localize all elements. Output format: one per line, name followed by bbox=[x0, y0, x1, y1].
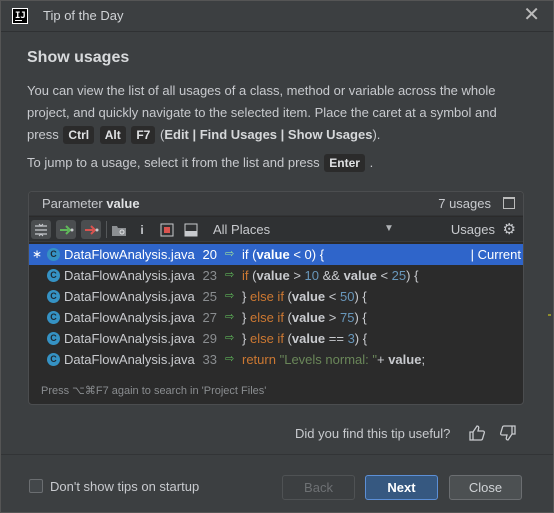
class-icon: C bbox=[47, 248, 60, 261]
usage-file: DataFlowAnalysis.java bbox=[64, 310, 195, 325]
usage-code: } else if (value > 75) { bbox=[242, 310, 367, 325]
open-in-tool-window-icon[interactable] bbox=[109, 220, 129, 239]
usages-label: Usages bbox=[450, 222, 495, 237]
usage-row[interactable]: C DataFlowAnalysis.java 33 ⇨ return "Lev… bbox=[29, 349, 523, 370]
usage-row[interactable]: ∗ C DataFlowAnalysis.java 20 ⇨ if (value… bbox=[29, 244, 523, 265]
dont-show-checkbox[interactable] bbox=[29, 479, 43, 493]
key-f7: F7 bbox=[131, 126, 156, 144]
usage-row[interactable]: C DataFlowAnalysis.java 29 ⇨ } else if (… bbox=[29, 328, 523, 349]
usage-code: if (value > 10 && value < 25) { bbox=[242, 268, 419, 283]
dialog-footer: Don't show tips on startup Back Next Clo… bbox=[1, 454, 553, 512]
filter-icon[interactable] bbox=[181, 220, 201, 239]
usage-file: DataFlowAnalysis.java bbox=[64, 352, 195, 367]
scope-selector[interactable]: All Places bbox=[213, 222, 270, 237]
preview-icon[interactable] bbox=[157, 220, 177, 239]
tip-paragraph-1: You can view the list of all usages of a… bbox=[27, 80, 527, 146]
usage-code: } else if (value < 50) { bbox=[242, 289, 367, 304]
title-bar: IJ Tip of the Day ✕ bbox=[1, 1, 553, 32]
tip-title: Show usages bbox=[27, 49, 130, 66]
key-alt: Alt bbox=[99, 126, 126, 144]
usage-file: DataFlowAnalysis.java bbox=[64, 268, 195, 283]
write-access-icon: ⇨ bbox=[225, 269, 235, 281]
gear-icon[interactable]: ⚙ bbox=[503, 220, 516, 238]
tip-text-2-end: . bbox=[369, 155, 374, 170]
write-access-icon: ⇨ bbox=[225, 353, 235, 365]
thumbs-down-icon[interactable] bbox=[498, 423, 518, 443]
usages-popup: Parameter value 7 usages i All Places ▼ … bbox=[28, 191, 524, 405]
usage-file: DataFlowAnalysis.java bbox=[64, 331, 195, 346]
tip-content: Show usages You can view the list of all… bbox=[1, 33, 553, 453]
usage-line: 20 bbox=[202, 247, 217, 262]
class-icon: C bbox=[47, 353, 60, 366]
usage-code: } else if (value == 3) { bbox=[242, 331, 368, 346]
usage-code: return "Levels normal: "+ value; bbox=[242, 352, 426, 367]
usages-popup-header: Parameter value 7 usages bbox=[29, 192, 523, 216]
next-button[interactable]: Next bbox=[365, 475, 438, 500]
pin-icon[interactable] bbox=[503, 197, 515, 209]
info-icon[interactable]: i bbox=[132, 220, 152, 239]
usage-file: DataFlowAnalysis.java bbox=[64, 289, 195, 304]
write-access-icon: ⇨ bbox=[225, 311, 235, 323]
usage-row[interactable]: C DataFlowAnalysis.java 27 ⇨ } else if (… bbox=[29, 307, 523, 328]
write-access-icon: ⇨ bbox=[225, 290, 235, 302]
current-marker-icon: ∗ bbox=[32, 247, 43, 261]
usage-row[interactable]: C DataFlowAnalysis.java 25 ⇨ } else if (… bbox=[29, 286, 523, 307]
window-title: Tip of the Day bbox=[43, 8, 124, 23]
close-button[interactable]: Close bbox=[449, 475, 522, 500]
usages-toolbar: i All Places ▼ Usages ⚙ bbox=[29, 217, 523, 242]
tip-text-2: To jump to a usage, select it from the l… bbox=[27, 155, 320, 170]
back-button[interactable]: Back bbox=[282, 475, 355, 500]
tip-paragraph-2: To jump to a usage, select it from the l… bbox=[27, 152, 527, 174]
next-occurrence-icon[interactable] bbox=[56, 220, 76, 239]
expand-icon[interactable] bbox=[31, 220, 51, 239]
usages-count: 7 usages bbox=[438, 196, 491, 211]
intellij-app-icon: IJ bbox=[12, 8, 28, 24]
key-enter: Enter bbox=[324, 154, 365, 172]
prev-occurrence-icon[interactable] bbox=[81, 220, 101, 239]
toolbar-separator bbox=[106, 221, 107, 238]
usage-line: 27 bbox=[202, 310, 217, 325]
write-access-icon: ⇨ bbox=[225, 248, 235, 260]
write-access-icon: ⇨ bbox=[225, 332, 235, 344]
dont-show-label[interactable]: Don't show tips on startup bbox=[50, 479, 199, 494]
usages-list: ∗ C DataFlowAnalysis.java 20 ⇨ if (value… bbox=[29, 244, 523, 370]
close-icon[interactable]: ✕ bbox=[523, 4, 540, 26]
class-icon: C bbox=[47, 290, 60, 303]
usage-line: 23 bbox=[202, 268, 217, 283]
key-ctrl: Ctrl bbox=[63, 126, 95, 144]
usages-title-prefix: Parameter bbox=[42, 196, 103, 211]
menu-path: Edit | Find Usages | Show Usages bbox=[164, 127, 373, 142]
usage-row[interactable]: C DataFlowAnalysis.java 23 ⇨ if (value >… bbox=[29, 265, 523, 286]
usages-title-name: value bbox=[106, 196, 140, 211]
class-icon: C bbox=[47, 269, 60, 282]
usages-popup-title: Parameter value bbox=[42, 196, 140, 211]
thumbs-up-icon[interactable] bbox=[467, 423, 487, 443]
usage-line: 25 bbox=[202, 289, 217, 304]
chevron-down-icon[interactable]: ▼ bbox=[384, 223, 394, 234]
current-label: | Current bbox=[470, 247, 521, 262]
menu-path-close: ). bbox=[372, 127, 381, 142]
class-icon: C bbox=[47, 332, 60, 345]
feedback-question: Did you find this tip useful? bbox=[295, 426, 451, 441]
usage-line: 29 bbox=[202, 331, 217, 346]
class-icon: C bbox=[47, 311, 60, 324]
usage-file: DataFlowAnalysis.java bbox=[64, 247, 195, 262]
usage-code: if (value < 0) { bbox=[242, 247, 325, 262]
background-editor-edge bbox=[548, 314, 551, 316]
usages-popup-hint: Press ⌥⌘F7 again to search in 'Project F… bbox=[41, 385, 267, 397]
usage-line: 33 bbox=[202, 352, 217, 367]
tip-of-the-day-dialog: IJ Tip of the Day ✕ Show usages You can … bbox=[0, 0, 554, 513]
